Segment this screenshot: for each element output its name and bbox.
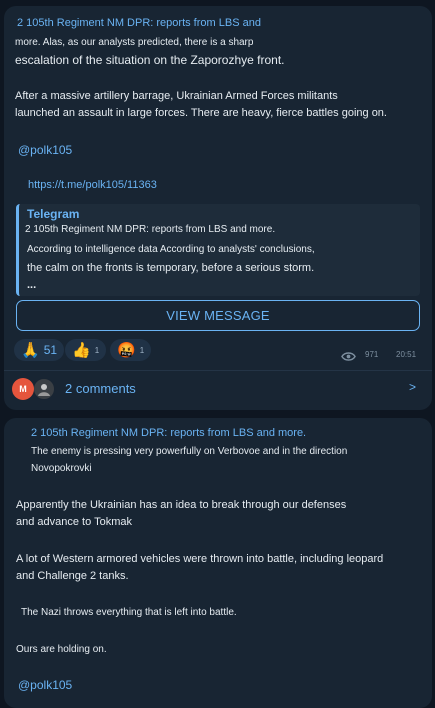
reaction-count: 1 (94, 345, 100, 355)
view-message-button[interactable]: VIEW MESSAGE (16, 300, 420, 331)
message-text: The Nazi throws everything that is left … (21, 607, 237, 618)
angry-face-icon: 🤬 (117, 341, 136, 359)
message-text: more. Alas, as our analysts predicted, t… (15, 37, 254, 48)
commenter-avatar-photo (33, 378, 55, 400)
pray-icon: 🙏 (21, 341, 40, 359)
message-text: After a massive artillery barrage, Ukrai… (15, 90, 338, 102)
reaction-thumbs-up[interactable]: 👍 1 (65, 339, 107, 361)
divider (4, 370, 432, 371)
preview-channel: 2 105th Regiment NM DPR: reports from LB… (25, 224, 276, 235)
post-url-link[interactable]: https://t.me/polk105/11363 (28, 179, 157, 192)
comments-link[interactable]: 2 comments (65, 381, 136, 397)
reaction-pray[interactable]: 🙏 51 (14, 339, 65, 361)
message-text: Ours are holding on. (16, 644, 107, 655)
channel-name[interactable]: 2 105th Regiment NM DPR: reports from LB… (31, 427, 306, 440)
message-text: The enemy is pressing very powerfully on… (31, 446, 348, 457)
channel-name[interactable]: 2 105th Regiment NM DPR: reports from LB… (17, 17, 261, 30)
chevron-right-icon[interactable]: > (409, 380, 416, 394)
views-count: 971 (365, 350, 379, 359)
preview-title: Telegram (27, 207, 80, 221)
message-card: 2 105th Regiment NM DPR: reports from LB… (4, 6, 432, 410)
message-card: 2 105th Regiment NM DPR: reports from LB… (4, 418, 432, 708)
message-text: Novopokrovki (31, 463, 92, 474)
reaction-count: 1 (139, 345, 145, 355)
reaction-angry[interactable]: 🤬 1 (110, 339, 152, 361)
message-text: Apparently the Ukrainian has an idea to … (16, 499, 347, 511)
preview-text: According to intelligence data According… (27, 244, 315, 255)
message-text: and advance to Tokmak (16, 516, 132, 528)
message-text: and Challenge 2 tanks. (16, 570, 129, 582)
preview-text: the calm on the fronts is temporary, bef… (27, 262, 315, 274)
message-text: A lot of Western armored vehicles were t… (16, 553, 384, 565)
preview-ellipsis: ... (27, 279, 37, 291)
channel-handle-link[interactable]: @polk105 (18, 678, 72, 692)
thumbs-up-icon: 👍 (72, 341, 91, 359)
message-text: launched an assault in large forces. The… (15, 107, 387, 119)
reaction-count: 51 (43, 343, 58, 357)
post-time: 20:51 (396, 350, 417, 359)
views-eye-icon (341, 348, 356, 367)
quoted-message-preview[interactable]: Telegram 2 105th Regiment NM DPR: report… (16, 204, 420, 296)
channel-handle-link[interactable]: @polk105 (18, 143, 72, 157)
commenter-avatar: M (12, 378, 34, 400)
message-text: escalation of the situation on the Zapor… (15, 53, 285, 67)
